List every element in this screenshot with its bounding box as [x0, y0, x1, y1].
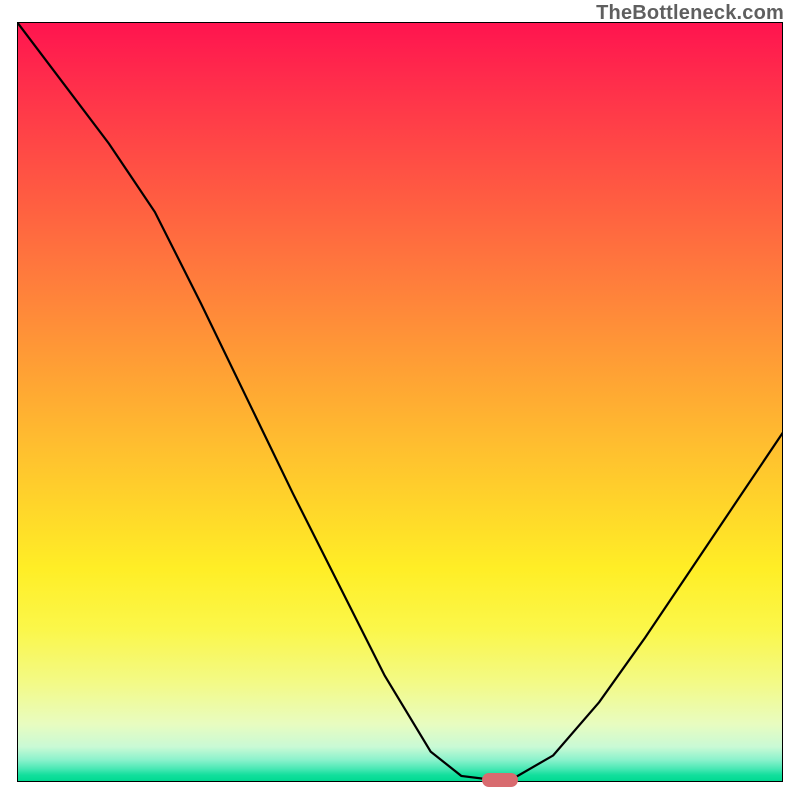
plot-area — [17, 22, 783, 782]
highlight-marker — [482, 773, 518, 787]
chart-container: TheBottleneck.com — [0, 0, 800, 800]
